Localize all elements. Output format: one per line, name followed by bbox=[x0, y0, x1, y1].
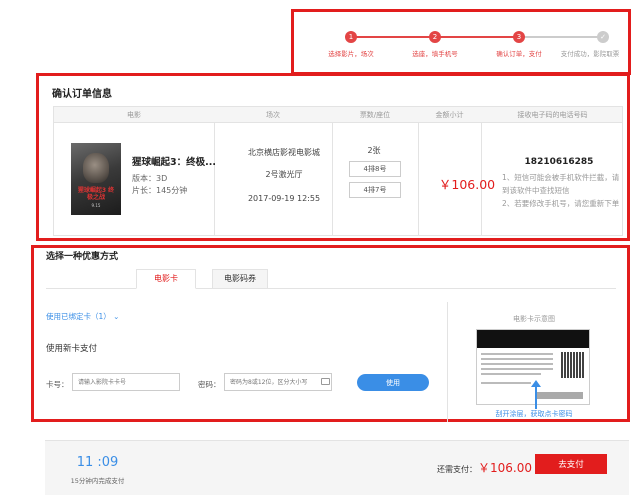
ticket-count: 2张 bbox=[367, 146, 381, 155]
cinema-name: 北京横店影视电影城 bbox=[248, 148, 320, 157]
bound-cards-toggle[interactable]: 使用已绑定卡（1） ⌄ bbox=[46, 311, 119, 322]
order-title: 确认订单信息 bbox=[52, 89, 112, 100]
step-4-label: 支付成功，影院取票 bbox=[560, 50, 620, 58]
movie-poster: 猩球崛起3 终极之战 9.15 bbox=[71, 143, 121, 215]
poster-artwork bbox=[83, 153, 109, 183]
card-text-line bbox=[481, 368, 553, 370]
seat-tag: 4排8号 bbox=[349, 161, 401, 177]
vertical-divider bbox=[447, 302, 448, 422]
bound-cards-label: 使用已绑定卡（1） bbox=[46, 312, 111, 321]
card-sample-title: 电影卡示意图 bbox=[513, 315, 555, 323]
steps-line-pending bbox=[519, 36, 601, 38]
step-1-label: 选择影片，场次 bbox=[328, 50, 374, 58]
hall-name: 2号激光厅 bbox=[265, 170, 303, 179]
keyboard-icon[interactable] bbox=[321, 378, 330, 385]
column-divider bbox=[418, 123, 419, 235]
phone-number: 18210616285 bbox=[524, 157, 594, 167]
qr-code-icon bbox=[561, 352, 585, 378]
header-session: 场次 bbox=[266, 111, 280, 119]
pay-label: 还需支付： bbox=[437, 465, 477, 474]
card-text-line bbox=[481, 373, 541, 375]
pay-button[interactable]: 去支付 bbox=[535, 454, 607, 474]
card-text-line bbox=[481, 358, 553, 360]
card-text-line bbox=[481, 382, 531, 384]
order-table: 电影 场次 票数/座位 金额小计 接收电子码的电话号码 猩球崛起3 终极之战 9… bbox=[53, 106, 623, 236]
step-2-dot: 2 bbox=[429, 31, 441, 43]
use-card-button[interactable]: 使用 bbox=[357, 374, 429, 391]
step-3-dot: 3 bbox=[513, 31, 525, 43]
column-divider bbox=[214, 123, 215, 235]
chevron-down-icon: ⌄ bbox=[113, 312, 120, 321]
card-scratch-area bbox=[537, 392, 583, 399]
card-text-line bbox=[481, 353, 553, 355]
password-input[interactable] bbox=[224, 373, 332, 391]
tab-movie-card[interactable]: 电影卡 bbox=[136, 269, 196, 289]
show-time: 2017-09-19 12:55 bbox=[247, 194, 321, 203]
step-1-dot: 1 bbox=[345, 31, 357, 43]
card-sample-image bbox=[476, 329, 590, 405]
password-label: 密码： bbox=[198, 380, 221, 389]
phone-note-1: 1、短信可能会被手机软件拦截，请到该软件中查找短信 bbox=[502, 173, 620, 195]
countdown-timer: 11 :09 bbox=[76, 455, 119, 470]
table-header: 电影 场次 票数/座位 金额小计 接收电子码的电话号码 bbox=[54, 107, 622, 123]
card-number-label: 卡号： bbox=[46, 380, 69, 389]
movie-name: 猩球崛起3：终极... bbox=[132, 157, 216, 168]
tab-divider bbox=[46, 288, 616, 289]
movie-duration: 片长：145分钟 bbox=[132, 186, 188, 195]
movie-version: 版本：3D bbox=[132, 174, 168, 183]
timer-note: 15分钟内完成支付 bbox=[70, 477, 125, 485]
header-tickets: 票数/座位 bbox=[359, 111, 391, 119]
header-phone: 接收电子码的电话号码 bbox=[517, 111, 588, 119]
scratch-tip-link[interactable]: 刮开涂层，获取点卡密码 bbox=[474, 409, 594, 419]
step-3-label: 确认订单，支付 bbox=[496, 50, 542, 58]
arrow-head-icon bbox=[531, 380, 541, 387]
discount-section: 选择一种优惠方式 电影卡 电影码券 使用已绑定卡（1） ⌄ 使用新卡支付 卡号：… bbox=[31, 245, 630, 422]
card-magnetic-stripe bbox=[477, 330, 589, 348]
header-movie: 电影 bbox=[127, 111, 141, 119]
poster-date: 9.15 bbox=[91, 203, 101, 208]
seat-tag: 4排7号 bbox=[349, 182, 401, 198]
step-4-check-icon: ✓ bbox=[597, 31, 609, 43]
step-2-label: 选座，填手机号 bbox=[412, 50, 458, 58]
card-text-line bbox=[481, 363, 553, 365]
discount-title: 选择一种优惠方式 bbox=[46, 252, 119, 262]
payment-footer: 11 :09 15分钟内完成支付 还需支付： ￥106.00 去支付 bbox=[45, 440, 629, 495]
order-info-section: 确认订单信息 电影 场次 票数/座位 金额小计 接收电子码的电话号码 猩球崛起3… bbox=[36, 73, 630, 241]
poster-title: 猩球崛起3 终极之战 bbox=[77, 187, 115, 201]
subtotal-price: ￥106.00 bbox=[438, 177, 496, 192]
progress-steps: 1 选择影片，场次 2 选座，填手机号 3 确认订单，支付 ✓ 支付成功，影院取… bbox=[291, 9, 631, 75]
tab-movie-coupon[interactable]: 电影码券 bbox=[212, 269, 268, 289]
card-number-input[interactable] bbox=[72, 373, 180, 391]
header-subtotal: 金额小计 bbox=[435, 111, 464, 119]
phone-note-2: 2、若要修改手机号，请您重新下单 bbox=[502, 199, 620, 208]
pay-amount: ￥106.00 bbox=[478, 461, 532, 475]
new-card-title: 使用新卡支付 bbox=[46, 344, 98, 354]
